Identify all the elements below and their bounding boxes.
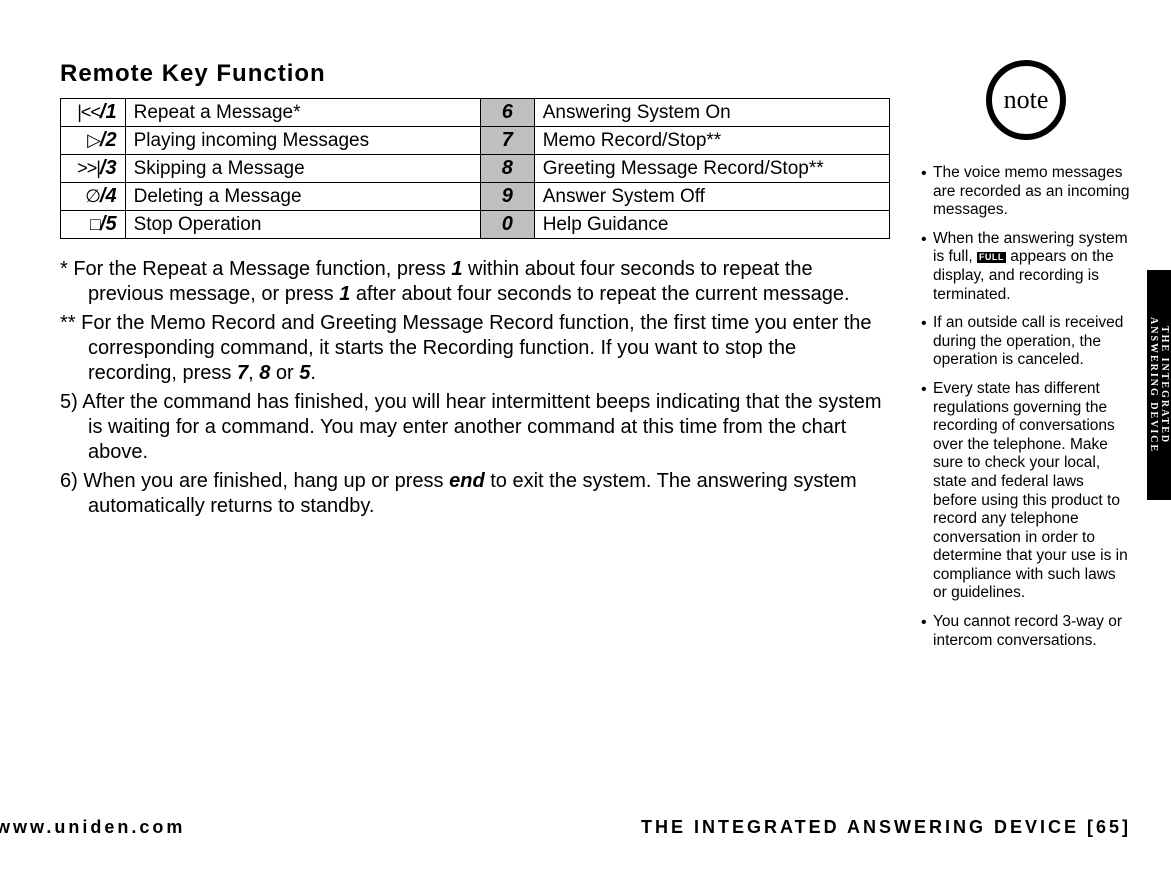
key-desc: Repeat a Message*: [125, 99, 480, 127]
key-alt-desc: Greeting Message Record/Stop**: [534, 155, 889, 183]
key-symbol: ∅: [85, 186, 100, 206]
note-circle-icon: note: [986, 60, 1066, 140]
section-edge-tab: THE INTEGRATED ANSWERING DEVICE: [1147, 270, 1171, 500]
footer-url: www.uniden.com: [0, 817, 185, 838]
key-desc: Deleting a Message: [125, 183, 480, 211]
key-number: /5: [100, 213, 117, 235]
key-function-table: |<</1 Repeat a Message* 6 Answering Syst…: [60, 98, 890, 239]
key-symbol: >>|: [77, 158, 100, 178]
key-desc: Skipping a Message: [125, 155, 480, 183]
side-note: If an outside call is received during th…: [921, 314, 1131, 370]
key-alt-number: 8: [480, 155, 534, 183]
key-alt-desc: Help Guidance: [534, 211, 889, 239]
note-asterisk-2: ** For the Memo Record and Greeting Mess…: [60, 311, 890, 386]
side-notes-list: The voice memo messages are recorded as …: [921, 164, 1131, 650]
key-desc: Playing incoming Messages: [125, 127, 480, 155]
side-note: Every state has different regulations go…: [921, 380, 1131, 603]
page-footer: www.uniden.com THE INTEGRATED ANSWERING …: [0, 817, 1171, 838]
note-step-6: 6) When you are finished, hang up or pre…: [60, 469, 890, 519]
side-note: When the answering system is full, FULL …: [921, 230, 1131, 304]
footer-title: THE INTEGRATED ANSWERING DEVICE [65]: [641, 817, 1131, 838]
key-alt-number: 6: [480, 99, 534, 127]
key-symbol: |<<: [77, 102, 100, 122]
key-alt-number: 0: [480, 211, 534, 239]
key-number: /2: [100, 129, 117, 151]
section-title: Remote Key Function: [60, 60, 890, 88]
notes-block: * For the Repeat a Message function, pre…: [60, 257, 890, 519]
table-row: >>|/3 Skipping a Message 8 Greeting Mess…: [61, 155, 890, 183]
table-row: |<</1 Repeat a Message* 6 Answering Syst…: [61, 99, 890, 127]
key-alt-desc: Answering System On: [534, 99, 889, 127]
key-alt-desc: Answer System Off: [534, 183, 889, 211]
key-desc: Stop Operation: [125, 211, 480, 239]
full-icon: FULL: [977, 252, 1006, 263]
table-row: □/5 Stop Operation 0 Help Guidance: [61, 211, 890, 239]
key-number: /1: [100, 101, 117, 123]
table-row: ▷/2 Playing incoming Messages 7 Memo Rec…: [61, 127, 890, 155]
key-symbol: □: [90, 214, 100, 234]
note-asterisk-1: * For the Repeat a Message function, pre…: [60, 257, 890, 307]
side-note: You cannot record 3-way or intercom conv…: [921, 613, 1131, 650]
side-note: The voice memo messages are recorded as …: [921, 164, 1131, 220]
key-number: /4: [100, 185, 117, 207]
key-symbol: ▷: [87, 130, 100, 150]
note-step-5: 5) After the command has finished, you w…: [60, 390, 890, 465]
key-number: /3: [100, 157, 117, 179]
table-row: ∅/4 Deleting a Message 9 Answer System O…: [61, 183, 890, 211]
key-alt-desc: Memo Record/Stop**: [534, 127, 889, 155]
key-alt-number: 9: [480, 183, 534, 211]
key-alt-number: 7: [480, 127, 534, 155]
